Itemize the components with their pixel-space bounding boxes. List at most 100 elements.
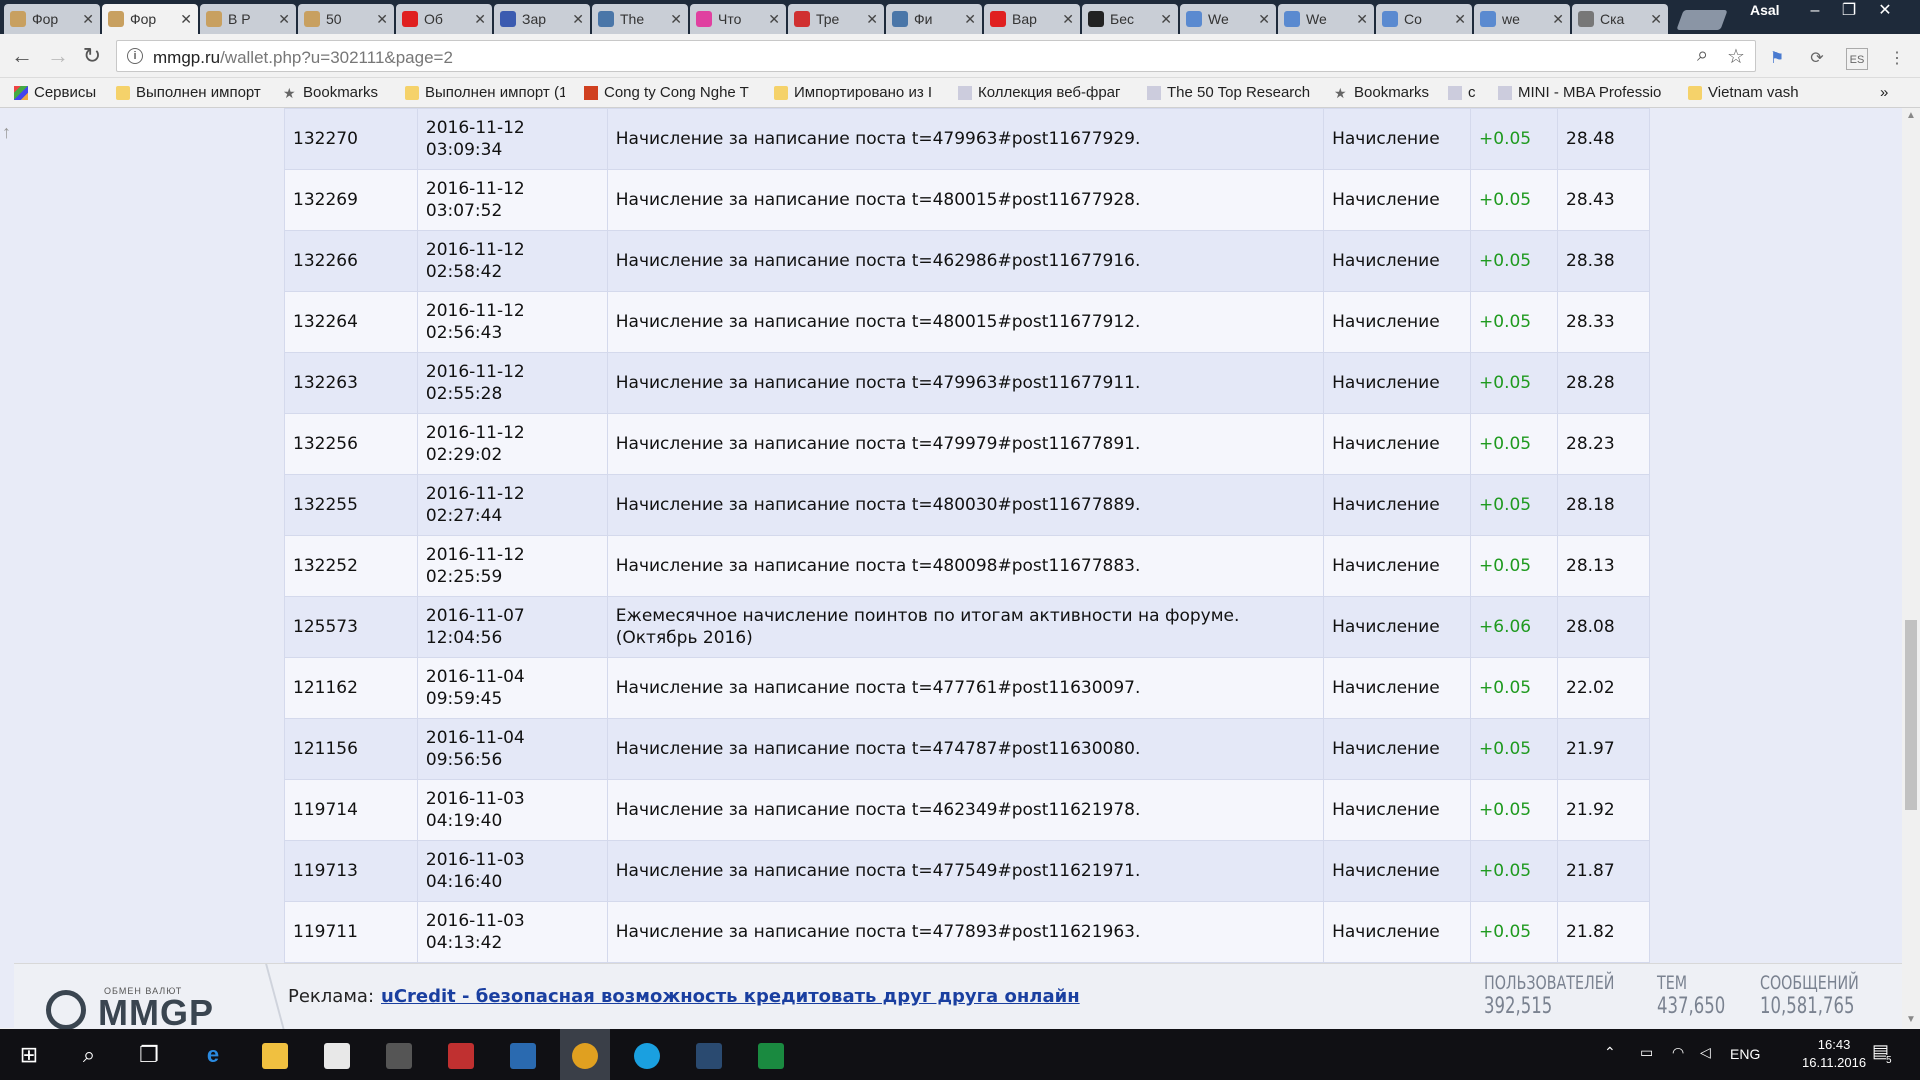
app-icon[interactable] <box>498 1029 548 1080</box>
clock[interactable]: 16:43 16.11.2016 <box>1802 1036 1866 1072</box>
transaction-amount-cell: +0.05 <box>1470 413 1558 475</box>
tab-close-icon[interactable]: ✕ <box>768 11 780 28</box>
bookmark-item[interactable]: Коллекция веб-фраг <box>958 84 1128 101</box>
tab-close-icon[interactable]: ✕ <box>1454 11 1466 28</box>
store-icon[interactable] <box>312 1029 362 1080</box>
file-explorer-icon[interactable] <box>250 1029 300 1080</box>
skype-icon[interactable] <box>622 1029 672 1080</box>
browser-tab[interactable]: Фор ✕ <box>4 4 100 34</box>
transaction-balance-cell: 21.97 <box>1557 718 1650 780</box>
tab-close-icon[interactable]: ✕ <box>1160 11 1172 28</box>
start-icon[interactable]: ⊞ <box>4 1029 54 1080</box>
transaction-balance-cell: 28.18 <box>1557 474 1650 536</box>
bookmark-item[interactable]: ★ Bookmarks <box>283 84 393 101</box>
browser-tab[interactable]: we ✕ <box>1474 4 1570 34</box>
edge-icon[interactable]: e <box>188 1029 238 1080</box>
tab-close-icon[interactable]: ✕ <box>278 11 290 28</box>
browser-tab[interactable]: Co ✕ <box>1376 4 1472 34</box>
task-view-icon[interactable]: ❐ <box>124 1029 174 1080</box>
tab-close-icon[interactable]: ✕ <box>474 11 486 28</box>
forward-icon[interactable]: → <box>44 42 72 70</box>
browser-tab[interactable]: The ✕ <box>592 4 688 34</box>
info-icon[interactable]: i <box>127 48 143 64</box>
app-icon[interactable] <box>436 1029 486 1080</box>
tab-close-icon[interactable]: ✕ <box>376 11 388 28</box>
volume-icon[interactable]: ◁ <box>1700 1044 1711 1061</box>
menu-icon[interactable]: ⋮ <box>1886 48 1908 70</box>
tab-close-icon[interactable]: ✕ <box>1258 11 1270 28</box>
browser-tab[interactable]: We ✕ <box>1278 4 1374 34</box>
zoom-search-icon[interactable]: ⌕ <box>1697 44 1708 67</box>
tray-chevron-icon[interactable]: ⌃ <box>1604 1044 1616 1061</box>
bookmark-item[interactable]: Vietnam vash <box>1688 84 1798 101</box>
browser-tab[interactable]: Что ✕ <box>690 4 786 34</box>
bookmark-item[interactable]: Выполнен импорт <box>116 84 271 101</box>
bookmark-item[interactable]: MINI - MBA Professio <box>1498 84 1673 101</box>
browser-tab[interactable]: Зар ✕ <box>494 4 590 34</box>
tab-close-icon[interactable]: ✕ <box>1356 11 1368 28</box>
extension-es-icon[interactable]: ES <box>1846 48 1868 70</box>
language-indicator[interactable]: ENG <box>1730 1046 1760 1062</box>
app-icon[interactable] <box>684 1029 734 1080</box>
browser-tab[interactable]: We ✕ <box>1180 4 1276 34</box>
bookmark-item[interactable]: The 50 Top Research <box>1147 84 1317 101</box>
restore-icon[interactable]: ❐ <box>1834 0 1864 22</box>
browser-tab[interactable]: Об ✕ <box>396 4 492 34</box>
tab-label: we <box>1502 11 1520 27</box>
browser-tab[interactable]: 50 ✕ <box>298 4 394 34</box>
transaction-time: 04:13:42 <box>425 933 503 953</box>
tab-close-icon[interactable]: ✕ <box>1062 11 1074 28</box>
bookmark-item[interactable]: Импортировано из I <box>774 84 939 101</box>
profile-button[interactable]: Asal <box>1750 2 1780 18</box>
bookmark-item[interactable]: Выполнен импорт (1 <box>405 84 565 101</box>
browser-tab[interactable]: Вар ✕ <box>984 4 1080 34</box>
browser-tab[interactable]: Фи ✕ <box>886 4 982 34</box>
scroll-up-icon[interactable]: ▲ <box>1906 110 1916 121</box>
app-icon[interactable] <box>746 1029 796 1080</box>
browser-tab[interactable]: В Р ✕ <box>200 4 296 34</box>
sync-icon[interactable]: ⟳ <box>1806 48 1828 70</box>
reload-icon[interactable]: ↻ <box>78 42 106 70</box>
scrollbar-thumb[interactable] <box>1905 620 1917 810</box>
tab-close-icon[interactable]: ✕ <box>1552 11 1564 28</box>
tab-close-icon[interactable]: ✕ <box>82 11 94 28</box>
url-text[interactable]: mmgp.ru/wallet.php?u=302111&page=2 <box>153 48 453 68</box>
battery-icon[interactable]: ▭ <box>1640 1044 1653 1061</box>
tab-close-icon[interactable]: ✕ <box>670 11 682 28</box>
more-bookmarks-icon[interactable]: » <box>1880 84 1888 101</box>
tab-close-icon[interactable]: ✕ <box>964 11 976 28</box>
url-domain: mmgp.ru <box>153 48 221 67</box>
browser-tab[interactable]: Бес ✕ <box>1082 4 1178 34</box>
browser-tab[interactable]: Ска ✕ <box>1572 4 1668 34</box>
tab-close-icon[interactable]: ✕ <box>1650 11 1662 28</box>
wifi-icon[interactable]: ◠ <box>1672 1044 1684 1061</box>
mmgp-logo[interactable]: ОБМЕН ВАЛЮТ MMGP <box>46 974 226 1033</box>
bookmark-star-icon[interactable]: ☆ <box>1727 44 1745 69</box>
bookmark-label: Cong ty Cong Nghe T <box>604 84 749 101</box>
back-icon[interactable]: ← <box>8 42 36 70</box>
tab-close-icon[interactable]: ✕ <box>572 11 584 28</box>
chrome-icon[interactable] <box>560 1029 610 1080</box>
tab-strip: Фор ✕ Фор ✕ В Р ✕ 50 ✕ Об ✕ Зар ✕ The ✕ Что ✕ Тре ✕ Фи ✕ Вар… <box>0 0 1920 34</box>
bookmark-item[interactable]: Cong ty Cong Nghe T <box>584 84 754 101</box>
close-window-icon[interactable]: ✕ <box>1870 0 1900 22</box>
transaction-type-cell: Начисление <box>1323 535 1472 597</box>
bookmark-item[interactable]: Сервисы <box>14 84 102 101</box>
page-content: ↑ 132270 2016-11-12 03:09:34 Начисление за … <box>0 108 1902 1028</box>
minimize-icon[interactable]: – <box>1800 0 1830 22</box>
extension-icon[interactable]: ⚑ <box>1766 48 1788 70</box>
tab-close-icon[interactable]: ✕ <box>866 11 878 28</box>
browser-tab[interactable]: Фор ✕ <box>102 4 198 34</box>
scroll-down-icon[interactable]: ▼ <box>1906 1014 1916 1025</box>
address-bar[interactable]: i mmgp.ru/wallet.php?u=302111&page=2 ⌕ ☆ <box>116 40 1756 72</box>
ad-link[interactable]: uCredit - безопасная возможность кредито… <box>381 986 1080 1007</box>
bookmark-item[interactable]: ★ Bookmarks <box>1334 84 1434 101</box>
wallet-table: 132270 2016-11-12 03:09:34 Начисление за на… <box>284 108 1650 963</box>
vertical-scrollbar[interactable]: ▲ ▼ <box>1902 108 1920 1028</box>
browser-tab[interactable]: Тре ✕ <box>788 4 884 34</box>
bookmark-item[interactable]: c <box>1448 84 1478 101</box>
app-icon[interactable] <box>374 1029 424 1080</box>
search-icon[interactable]: ⌕ <box>64 1029 114 1080</box>
new-tab-button[interactable] <box>1676 10 1728 30</box>
tab-close-icon[interactable]: ✕ <box>180 11 192 28</box>
